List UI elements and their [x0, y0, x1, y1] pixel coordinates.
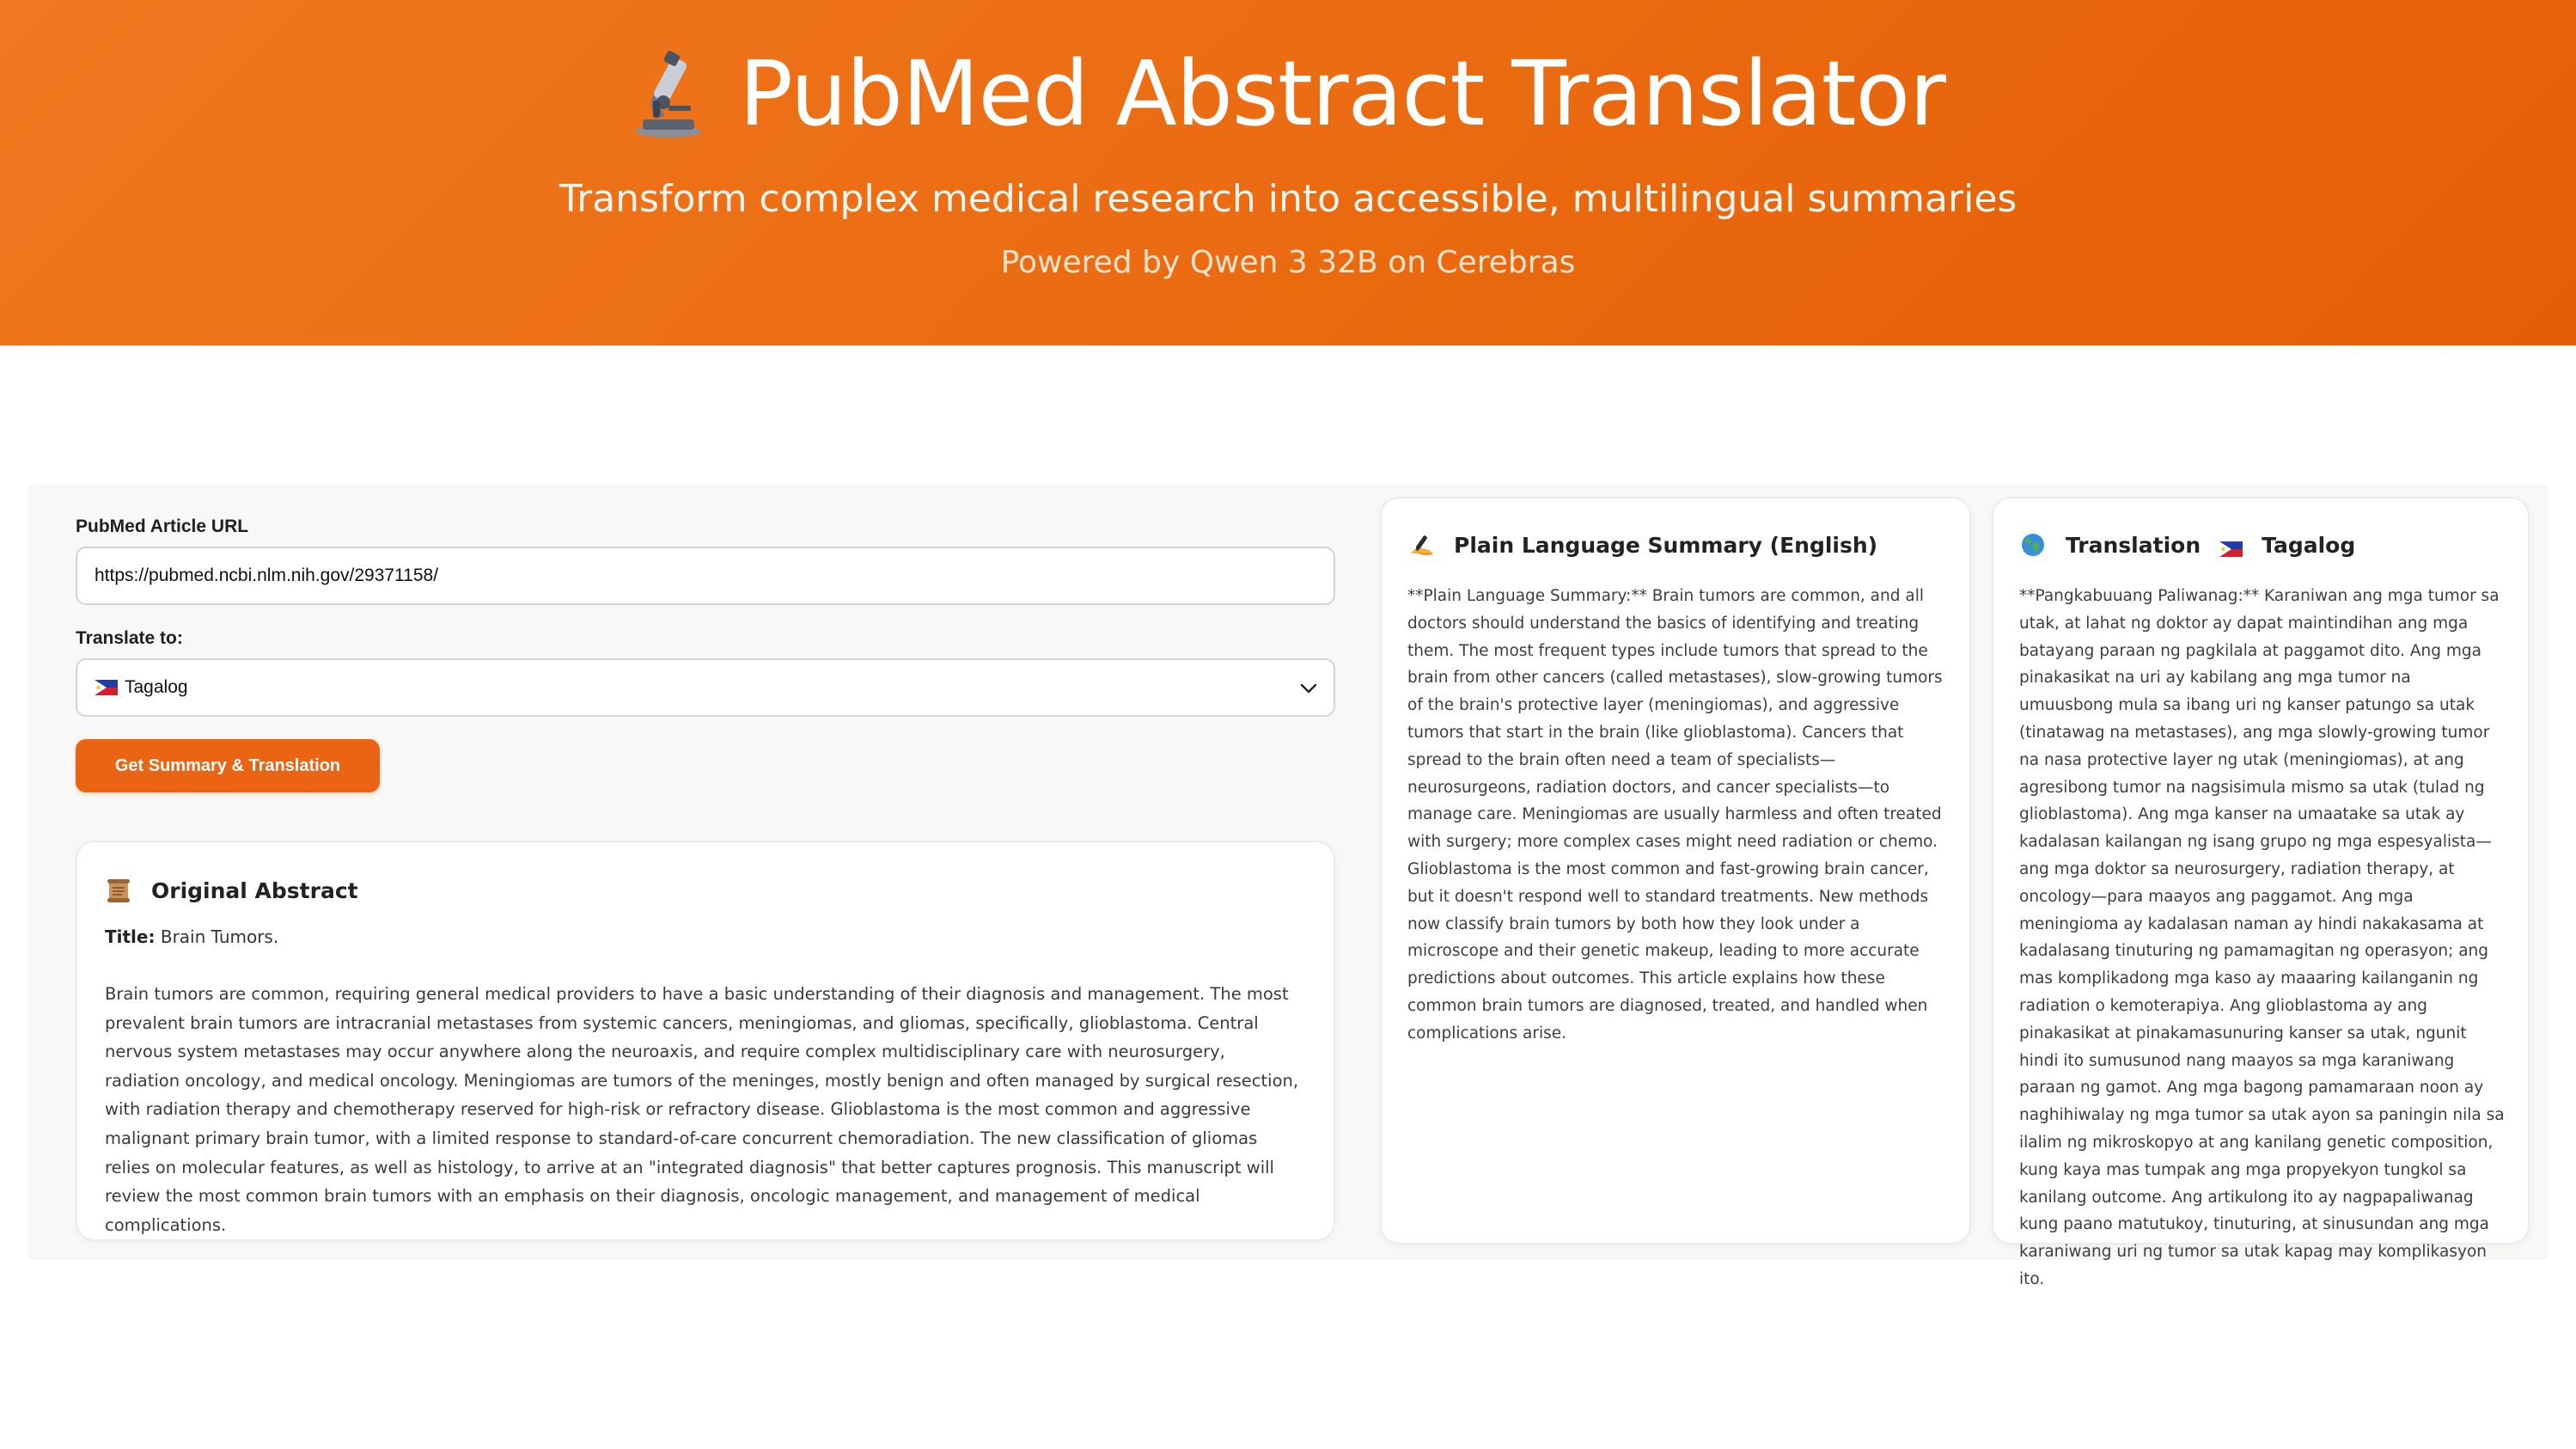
translation-card: Translation Tagalog **Pangkabuuang Paliw… [1992, 497, 2530, 1288]
summary-header: Plain Language Summary (English) [1407, 528, 1945, 562]
philippines-flag-icon [2219, 537, 2243, 557]
summary-body: **Plain Language Summary:** Brain tumors… [1407, 587, 1943, 1042]
app-title: PubMed Abstract Translator [739, 41, 1946, 146]
page-title-row: PubMed Abstract Translator [0, 45, 2576, 143]
abstract-title-line: Title: Brain Tumors. [105, 925, 1304, 949]
summary-card: Plain Language Summary (English) **Plain… [1380, 497, 1971, 1244]
language-label: Translate to: [76, 628, 183, 648]
abstract-body: Brain tumors are common, requiring gener… [105, 984, 1299, 1235]
url-input[interactable] [76, 547, 1335, 605]
powered-by-text: Powered by Qwen 3 32B on Cerebras [1000, 245, 1576, 280]
translation-header: Translation Tagalog [2019, 528, 2507, 562]
globe-icon [2019, 531, 2047, 559]
input-form: PubMed Article URL Translate to: Tagalog… [76, 516, 1335, 792]
language-select[interactable]: Tagalog [76, 658, 1335, 717]
url-label: PubMed Article URL [76, 517, 249, 536]
app-panel: PubMed Article URL Translate to: Tagalog… [27, 485, 2549, 1288]
translation-heading: Translation [2066, 532, 2201, 558]
writing-hand-icon [1407, 531, 1435, 559]
abstract-title-value: Brain Tumors. [160, 926, 279, 947]
philippines-flag-icon [95, 680, 118, 695]
summary-heading: Plain Language Summary (English) [1454, 532, 1878, 558]
translation-body: **Pangkabuuang Paliwanag:** Karaniwan an… [2019, 587, 2505, 1288]
microscope-icon [631, 49, 705, 138]
original-abstract-header: Original Abstract [105, 873, 1304, 908]
original-abstract-heading: Original Abstract [151, 877, 358, 903]
original-abstract-card: Original Abstract Title: Brain Tumors. B… [76, 841, 1335, 1241]
abstract-title-label: Title: [105, 926, 156, 947]
chevron-down-icon [1299, 679, 1318, 698]
scroll-icon [105, 877, 132, 904]
app-subtitle: Transform complex medical research into … [559, 177, 2017, 221]
get-summary-button[interactable]: Get Summary & Translation [76, 739, 380, 792]
language-selected-value: Tagalog [125, 677, 188, 697]
translation-language: Tagalog [2262, 532, 2356, 558]
app-header: PubMed Abstract Translator Transform com… [0, 0, 2576, 345]
